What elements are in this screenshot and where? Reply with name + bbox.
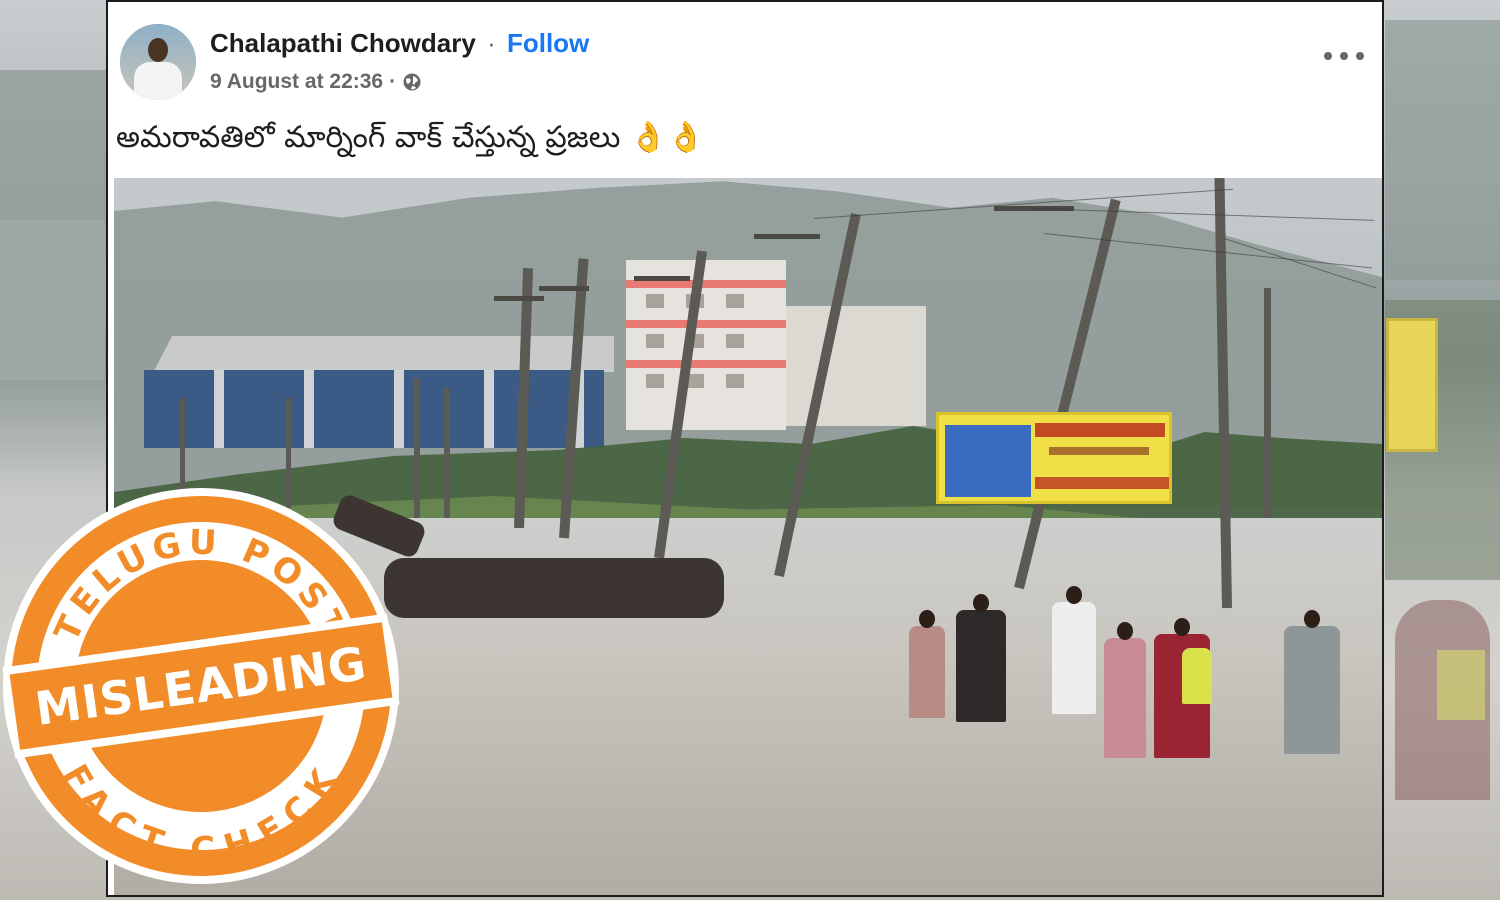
- person: [1284, 610, 1340, 754]
- person: [1182, 648, 1212, 704]
- person: [909, 610, 945, 718]
- side-building: [786, 306, 926, 426]
- post-timestamp[interactable]: 9 August at 22:36: [210, 70, 383, 94]
- utility-pole: [444, 388, 450, 518]
- apartment-building: [626, 260, 786, 430]
- name-separator: ·: [487, 28, 496, 58]
- post-header: Chalapathi Chowdary · Follow: [210, 28, 589, 59]
- background-building-left: [0, 220, 105, 380]
- background-hill-right: [1385, 20, 1500, 280]
- post-caption: అమరావతిలో మార్నింగ్ వాక్ చేస్తున్న ప్రజల…: [116, 120, 705, 155]
- person: [956, 594, 1006, 722]
- meta-separator: ·: [389, 70, 397, 93]
- more-options-icon[interactable]: [1324, 46, 1364, 66]
- utility-pole: [1264, 288, 1271, 518]
- globe-icon: [402, 72, 422, 92]
- stamp-bottom-text: FACT CHECK: [54, 758, 341, 870]
- person: [1052, 586, 1096, 714]
- utility-pole: [414, 378, 420, 518]
- follow-button[interactable]: Follow: [507, 28, 589, 58]
- avatar[interactable]: [120, 24, 196, 100]
- svg-text:FACT CHECK: FACT CHECK: [54, 758, 347, 870]
- person: [1104, 622, 1146, 758]
- post-meta: 9 August at 22:36 ·: [210, 70, 422, 94]
- background-sign-right: [1386, 318, 1438, 452]
- fact-check-stamp: TELUGU POST FACT CHECK MISLEADING: [2, 488, 400, 884]
- warehouse-roof: [153, 336, 614, 372]
- background-bag-right: [1437, 650, 1485, 720]
- author-name[interactable]: Chalapathi Chowdary: [210, 28, 476, 58]
- crowd-middle: [384, 558, 724, 618]
- warehouse: [144, 370, 604, 448]
- hospital-sign-board: [936, 412, 1172, 504]
